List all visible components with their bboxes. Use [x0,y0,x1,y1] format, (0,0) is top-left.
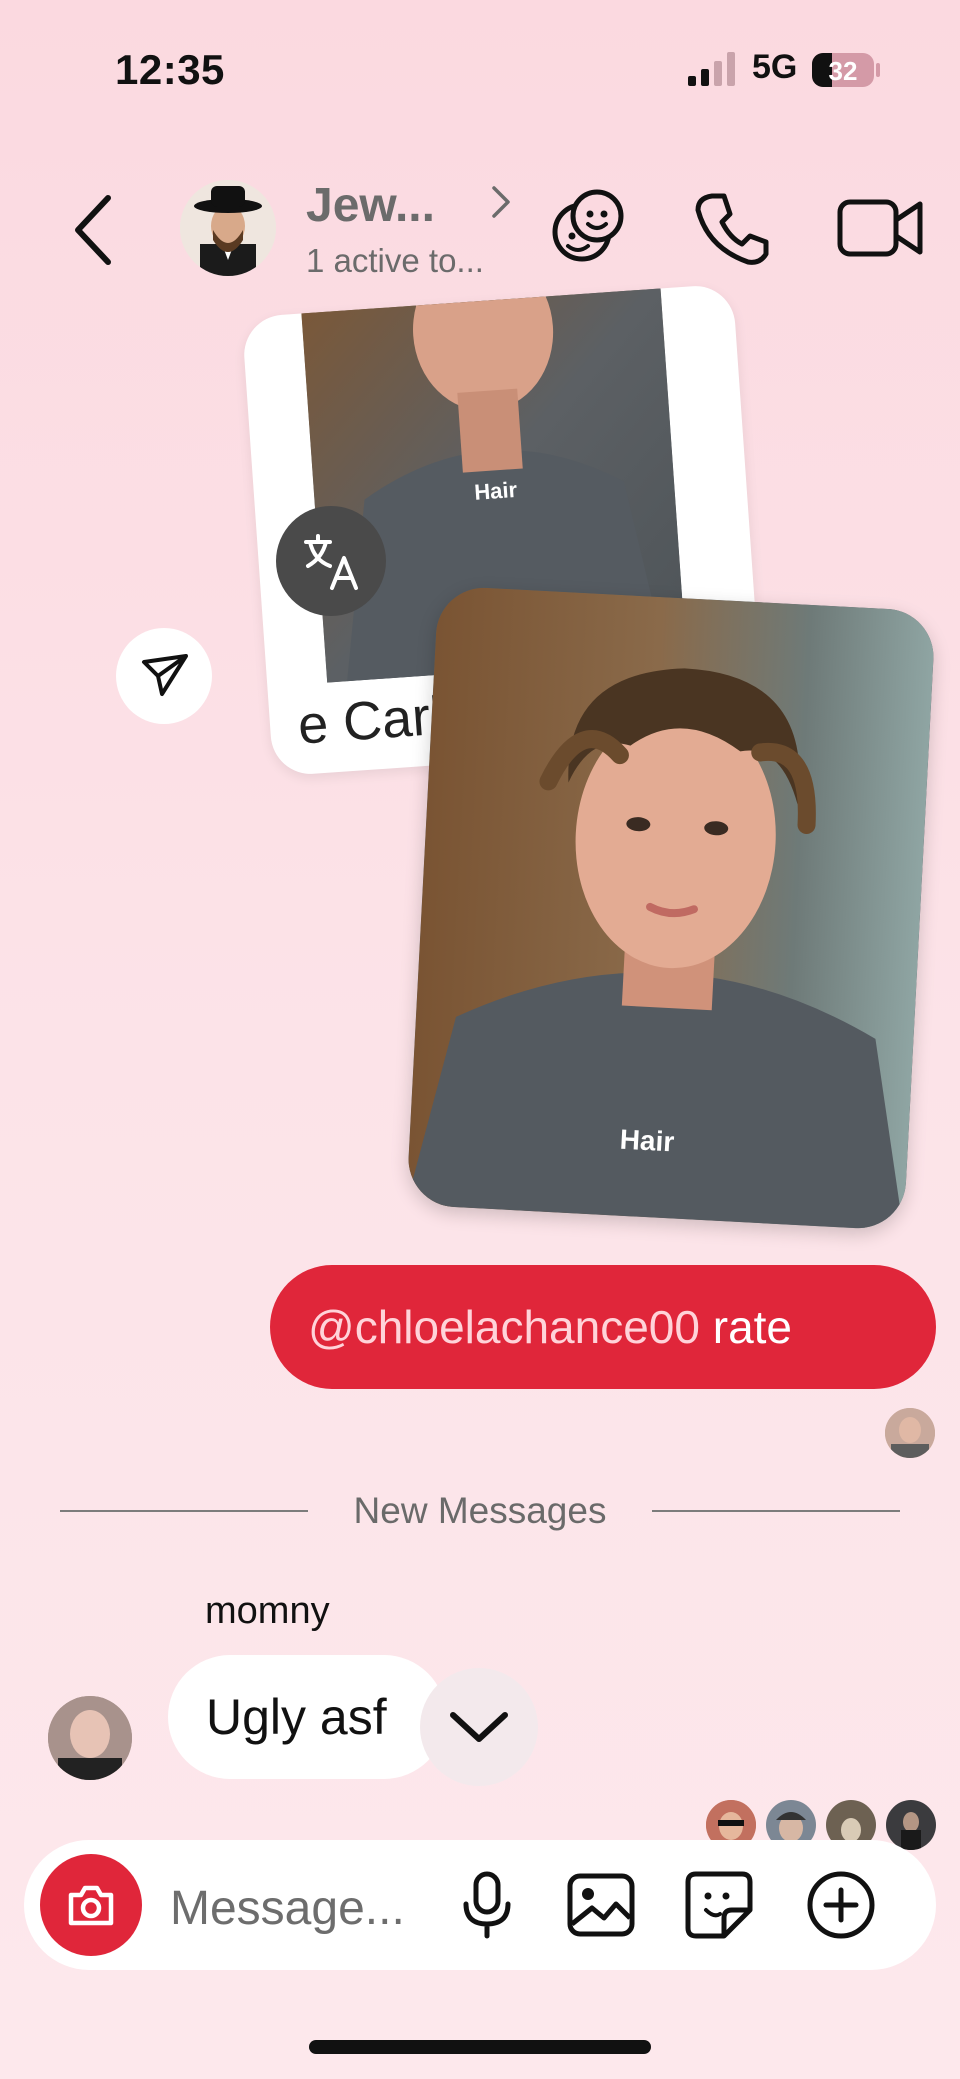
divider-line-right [652,1510,900,1512]
sticker-icon[interactable] [682,1868,756,1942]
avatar-image [885,1408,935,1458]
scroll-to-bottom-button[interactable] [420,1668,538,1786]
shirt-text: Hair [619,1123,676,1158]
send-plane-icon [142,654,188,696]
phone-icon[interactable] [690,186,774,270]
shared-photo-message[interactable]: Hair [406,585,936,1231]
avatar-image [886,1800,936,1850]
translate-button[interactable] [276,506,386,616]
add-circle-icon[interactable] [804,1868,878,1942]
sender-avatar[interactable] [48,1696,132,1780]
gallery-icon[interactable] [564,1868,638,1942]
stickers-icon[interactable] [546,186,630,270]
message-input[interactable] [168,1872,442,1944]
battery-icon: 32 [812,53,874,87]
group-avatar[interactable] [180,180,276,276]
microphone-icon[interactable] [450,1868,524,1942]
message-text: rate [699,1301,793,1353]
sender-name: momny [205,1590,330,1632]
status-time: 12:35 [115,46,225,93]
chevron-down-icon [450,1712,508,1742]
chevron-right-icon[interactable] [490,182,514,222]
signal-icon [688,52,735,86]
reader-avatar [886,1800,936,1850]
translate-icon [304,534,358,590]
battery-cap [876,63,880,77]
seen-by-avatar [885,1408,935,1458]
active-status: 1 active to... [306,242,484,279]
shirt-text: Hair [473,476,518,505]
avatar-portrait-icon [180,180,276,276]
network-type: 5G [752,48,798,86]
video-call-icon[interactable] [834,186,926,270]
outgoing-message-bubble[interactable]: @chloelachance00 rate [270,1265,936,1389]
camera-button[interactable] [40,1854,142,1956]
back-chevron-icon[interactable] [66,190,126,270]
avatar-image [48,1696,132,1780]
camera-icon [68,1885,114,1926]
incoming-message-bubble[interactable]: Ugly asf [168,1655,446,1779]
mention-link[interactable]: @chloelachance00 [308,1300,700,1354]
battery-label: 32 [828,56,858,86]
home-indicator [309,2040,651,2054]
share-button[interactable] [116,628,212,724]
conversation-title[interactable]: Jew... [306,178,435,233]
